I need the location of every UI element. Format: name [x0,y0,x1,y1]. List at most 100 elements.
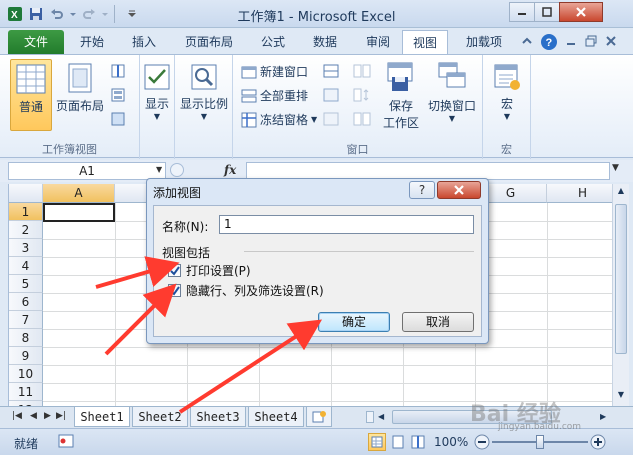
switch-windows-dropdown-icon: ▼ [448,114,456,123]
sheet-tab-sheet2[interactable]: Sheet2 [132,407,188,427]
status-ready: 就绪 [14,437,39,451]
view-side-by-side-button[interactable] [353,63,371,79]
zoom-slider-thumb[interactable] [536,435,544,449]
hide-window-button[interactable] [323,87,339,103]
zoom-out-icon[interactable] [474,434,490,453]
arrange-all-button[interactable]: 全部重排 [241,87,308,104]
close-icon [454,185,464,195]
help-icon[interactable]: ? [540,33,558,51]
zoom-button[interactable]: 显示比例 ▼ [179,59,229,131]
print-settings-checkbox[interactable] [168,264,181,277]
view-name-input[interactable]: 1 [219,215,474,234]
freeze-panes-button[interactable]: 冻结窗格 ▼ [241,111,317,128]
tab-formulas[interactable]: 公式 [251,30,295,54]
scroll-thumb[interactable] [615,204,627,354]
minimize-ribbon-icon[interactable] [520,34,536,50]
tab-insert[interactable]: 插入 [122,30,166,54]
row-header-4[interactable]: 4 [9,257,43,275]
scroll-up-icon[interactable]: ▲ [615,186,627,200]
tab-view[interactable]: 视图 [402,30,449,54]
new-window-icon [241,66,257,78]
row-header-10[interactable]: 10 [9,365,43,383]
split-button[interactable] [323,63,339,79]
tab-home[interactable]: 开始 [70,30,114,54]
normal-view-label: 普通 [18,100,43,114]
macros-label: 宏 [500,97,513,111]
new-window-button[interactable]: 新建窗口 [241,63,308,80]
row-header-1[interactable]: 1 [9,203,43,221]
print-settings-row[interactable]: 打印设置(P) [168,262,251,279]
hscroll-left-icon[interactable]: ◀ [378,412,384,421]
row-header-9[interactable]: 9 [9,347,43,365]
workbook-minimize-icon[interactable] [564,34,580,50]
macros-button[interactable]: 宏 ▼ [489,59,525,131]
zoom-level[interactable]: 100% [434,435,468,449]
full-screen-button[interactable] [110,111,126,127]
sheet-tab-sheet3[interactable]: Sheet3 [190,407,246,427]
close-button[interactable] [559,2,603,22]
sheet-tab-sheet1[interactable]: Sheet1 [74,407,130,427]
next-sheet-icon[interactable]: ▶ [44,411,51,421]
tab-file[interactable]: 文件 [8,30,64,54]
page-layout-status-icon[interactable] [390,434,406,453]
page-layout-icon [65,63,95,93]
insert-function-button[interactable]: fx [224,163,236,177]
row-header-8[interactable]: 8 [9,329,43,347]
normal-view-status-icon[interactable] [368,433,386,451]
hscroll-right-icon[interactable]: ▶ [600,412,606,421]
first-sheet-icon[interactable]: |◀ [12,411,22,421]
row-header-6[interactable]: 6 [9,293,43,311]
formula-bar-expand-handle[interactable] [170,163,184,177]
gridline [43,365,612,366]
active-cell-a1[interactable] [43,203,115,222]
last-sheet-icon[interactable]: ▶| [56,411,66,421]
page-layout-label: 页面布局 [55,99,104,113]
cancel-button[interactable]: 取消 [402,312,474,332]
macro-record-icon[interactable] [58,434,74,451]
hidden-rows-row[interactable]: 隐藏行、列及筛选设置(R) [168,282,324,299]
name-box-dropdown-icon[interactable]: ▼ [156,165,162,174]
page-break-status-icon[interactable] [410,434,426,453]
workbook-close-icon[interactable] [604,34,620,50]
page-break-preview-button[interactable] [110,63,126,79]
row-header-2[interactable]: 2 [9,221,43,239]
tab-data[interactable]: 数据 [303,30,347,54]
unhide-window-button[interactable] [323,111,339,127]
tab-review[interactable]: 审阅 [356,30,400,54]
dialog-help-button[interactable]: ? [409,181,435,199]
normal-view-button[interactable]: 普通 [10,59,52,131]
insert-sheet-button[interactable] [306,407,332,427]
workbook-restore-icon[interactable] [584,34,600,50]
column-header-a[interactable]: A [43,184,115,203]
custom-views-button[interactable] [110,87,126,103]
reset-window-position-button[interactable] [353,111,371,127]
ok-button[interactable]: 确定 [318,312,390,332]
save-workspace-button[interactable]: 保存 工作区 [381,59,421,131]
tab-split-handle[interactable] [366,411,374,423]
show-button[interactable]: 显示 ▼ [140,59,174,131]
row-header-7[interactable]: 7 [9,311,43,329]
minimize-button[interactable] [509,2,535,22]
row-header-3[interactable]: 3 [9,239,43,257]
row-header-11[interactable]: 11 [9,383,43,401]
tab-page-layout[interactable]: 页面布局 [175,30,243,54]
column-header-h[interactable]: H [547,184,612,203]
normal-view-icon [16,64,46,94]
scroll-down-icon[interactable]: ▼ [615,390,627,404]
vertical-scrollbar[interactable]: ▲ ▼ [612,184,629,406]
maximize-button[interactable] [534,2,560,22]
tab-addins[interactable]: 加载项 [456,30,512,54]
hidden-rows-checkbox[interactable] [168,284,181,297]
sheet-tab-sheet4[interactable]: Sheet4 [248,407,304,427]
synchronous-scrolling-button[interactable] [353,87,371,103]
prev-sheet-icon[interactable]: ◀ [30,411,37,421]
select-all-corner[interactable] [9,184,43,203]
expand-formula-bar-icon[interactable]: ▼ [612,163,619,173]
name-box[interactable]: A1 [8,162,166,180]
row-header-5[interactable]: 5 [9,275,43,293]
custom-views-icon [111,88,125,102]
switch-windows-button[interactable]: 切换窗口 ▼ [425,59,479,131]
dialog-close-button[interactable] [437,181,481,199]
page-layout-view-button[interactable]: 页面布局 [54,59,106,131]
zoom-in-icon[interactable] [590,434,606,453]
